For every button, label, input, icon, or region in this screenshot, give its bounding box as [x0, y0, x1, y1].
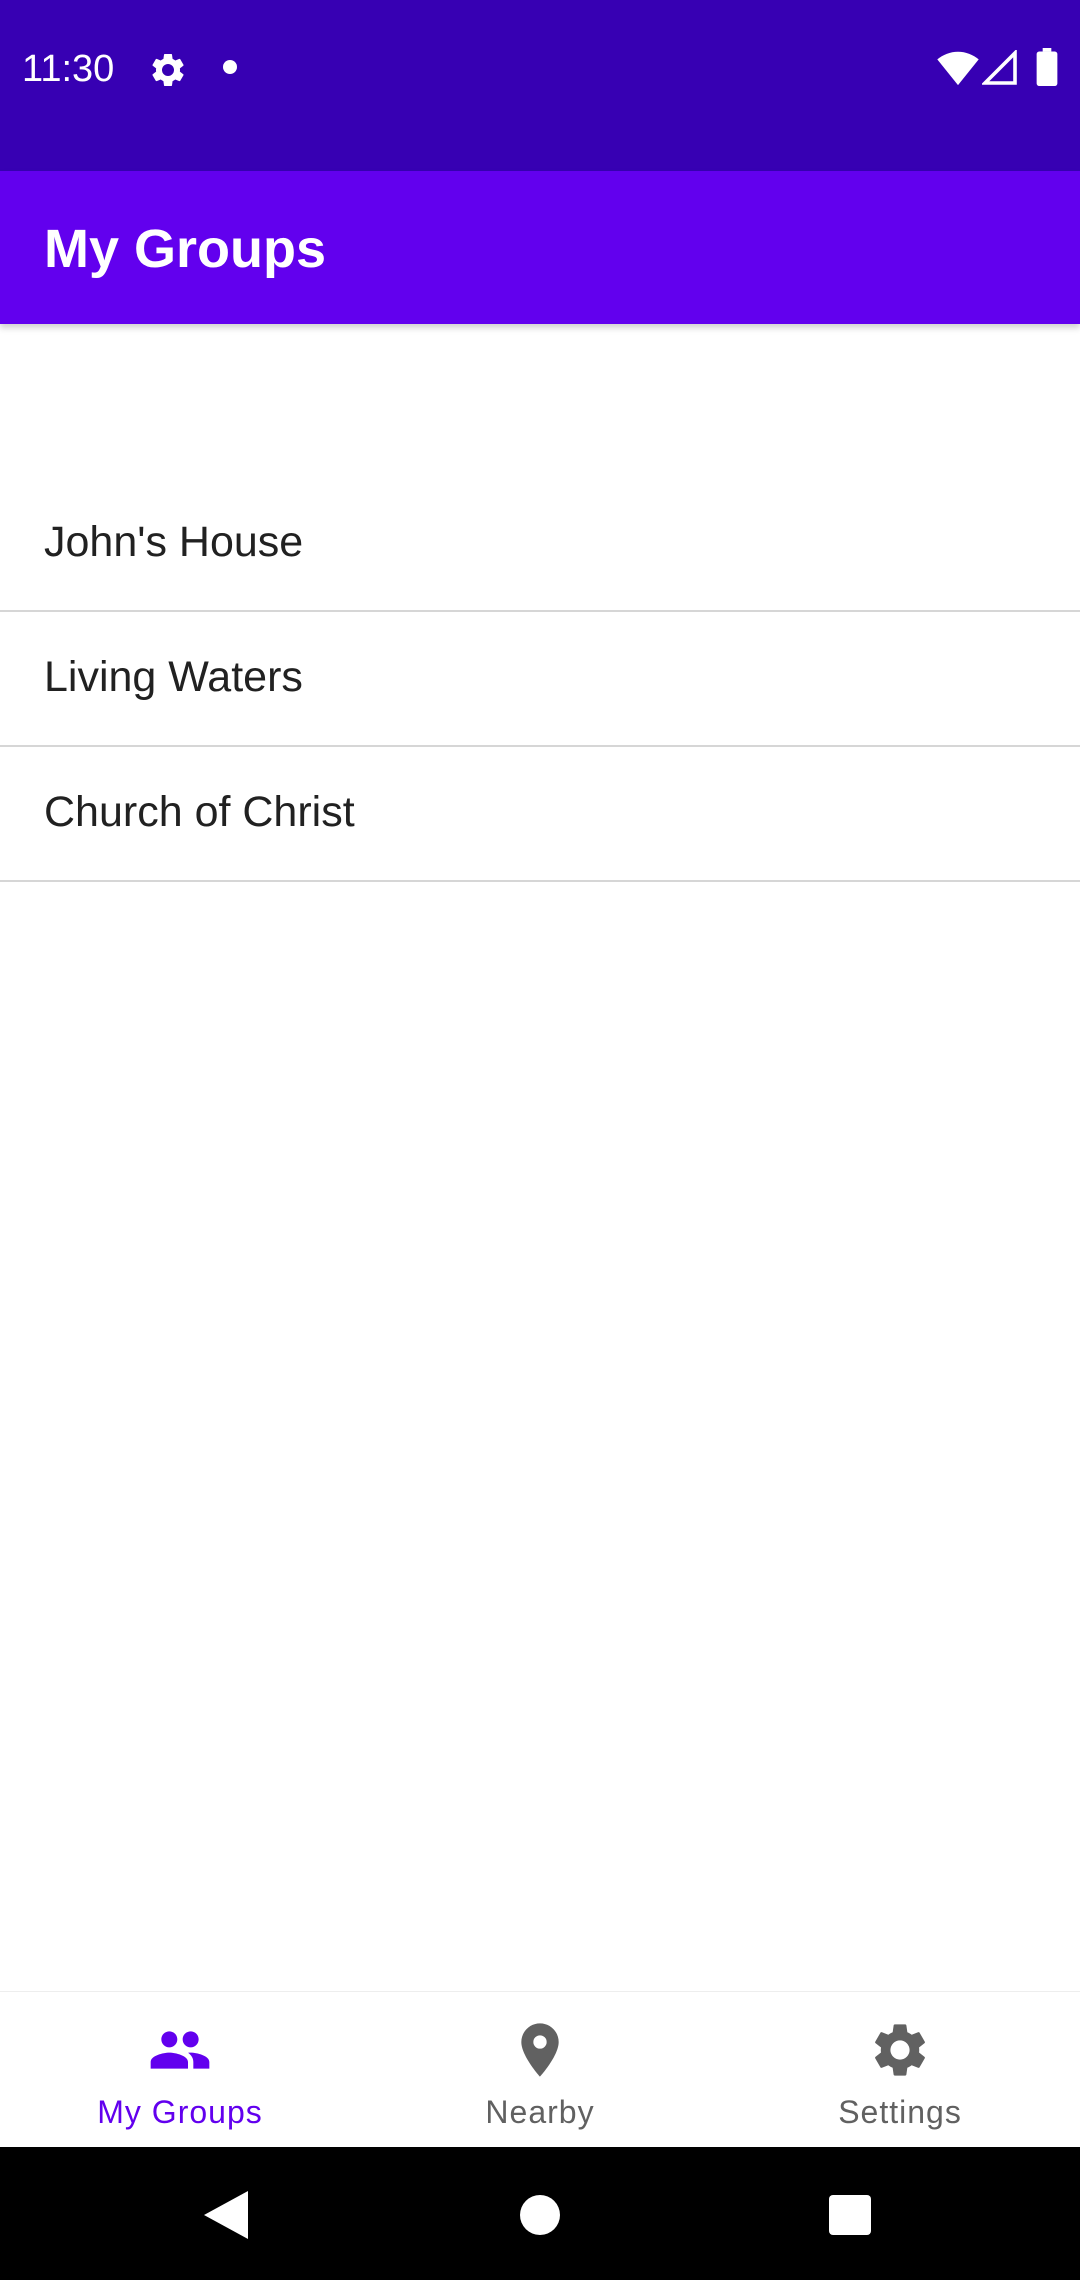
app-bar: My Groups — [0, 171, 1080, 324]
bottom-navigation: My Groups Nearby Settings — [0, 1991, 1080, 2147]
tab-label: Nearby — [485, 2094, 595, 2130]
system-navigation-bar — [0, 2147, 1080, 2280]
tab-label: Settings — [838, 2094, 962, 2130]
group-item-church-of-christ[interactable]: Church of Christ — [0, 747, 1080, 882]
location-pin-icon — [521, 2023, 559, 2077]
recents-icon[interactable] — [829, 2195, 871, 2235]
tab-settings[interactable]: Settings — [720, 1992, 1080, 2148]
group-item-living-waters[interactable]: Living Waters — [0, 612, 1080, 747]
status-bar: 11:30 — [0, 0, 1080, 171]
battery-icon — [1036, 48, 1058, 86]
cell-signal-icon — [982, 50, 1017, 85]
tab-my-groups[interactable]: My Groups — [0, 1992, 360, 2148]
gear-icon — [152, 53, 184, 86]
gear-icon — [875, 2024, 925, 2076]
wifi-icon — [937, 51, 979, 86]
people-icon — [150, 2031, 210, 2069]
status-time: 11:30 — [22, 48, 115, 90]
notification-dot-icon — [223, 60, 237, 74]
group-item-label: John's House — [44, 518, 304, 566]
group-item-label: Living Waters — [44, 653, 303, 701]
back-icon[interactable] — [204, 2191, 248, 2239]
group-item-johns-house[interactable]: John's House — [0, 477, 1080, 612]
group-item-label: Church of Christ — [44, 788, 355, 836]
group-list: John's House Living Waters Church of Chr… — [0, 477, 1080, 882]
home-icon[interactable] — [520, 2195, 560, 2235]
tab-nearby[interactable]: Nearby — [360, 1992, 720, 2148]
tab-label: My Groups — [97, 2094, 263, 2130]
page-title: My Groups — [44, 219, 327, 279]
